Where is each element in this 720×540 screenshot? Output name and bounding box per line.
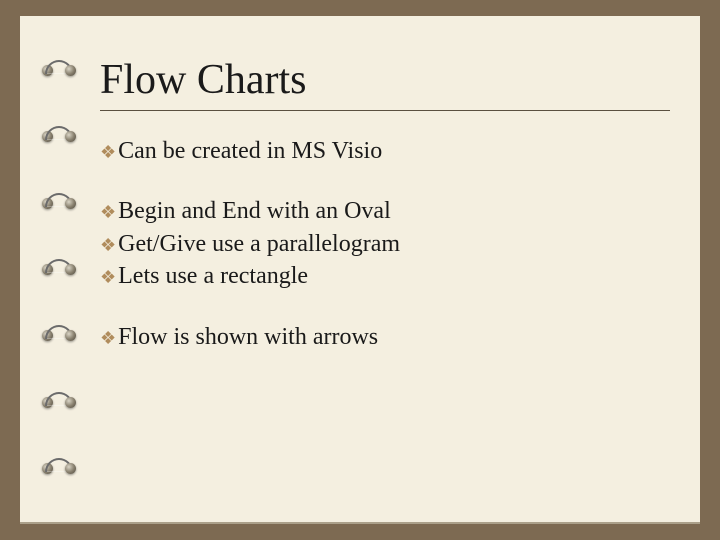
slide: Flow Charts ❖ Can be created in MS Visio…	[20, 16, 700, 524]
diamond-bullet-icon: ❖	[100, 265, 116, 289]
list-item: ❖ Flow is shown with arrows	[100, 321, 660, 353]
bullet-text: Can be created in MS Visio	[118, 135, 382, 167]
bullet-text: Begin and End with an Oval	[118, 195, 391, 227]
bullet-text: Get/Give use a parallelogram	[118, 228, 400, 260]
list-item: ❖ Get/Give use a parallelogram	[100, 228, 660, 260]
title-divider	[100, 110, 670, 111]
diamond-bullet-icon: ❖	[100, 233, 116, 257]
spiral-binding	[42, 16, 82, 524]
bullet-group: ❖ Begin and End with an Oval ❖ Get/Give …	[100, 195, 660, 292]
list-item: ❖ Begin and End with an Oval	[100, 195, 660, 227]
slide-content: ❖ Can be created in MS Visio ❖ Begin and…	[100, 135, 660, 353]
slide-title: Flow Charts	[100, 56, 660, 104]
bullet-text: Flow is shown with arrows	[118, 321, 378, 353]
list-item: ❖ Can be created in MS Visio	[100, 135, 660, 167]
bullet-text: Lets use a rectangle	[118, 260, 308, 292]
bottom-border	[20, 522, 700, 524]
bullet-group: ❖ Flow is shown with arrows	[100, 321, 660, 353]
diamond-bullet-icon: ❖	[100, 326, 116, 350]
diamond-bullet-icon: ❖	[100, 200, 116, 224]
bullet-group: ❖ Can be created in MS Visio	[100, 135, 660, 167]
list-item: ❖ Lets use a rectangle	[100, 260, 660, 292]
diamond-bullet-icon: ❖	[100, 140, 116, 164]
